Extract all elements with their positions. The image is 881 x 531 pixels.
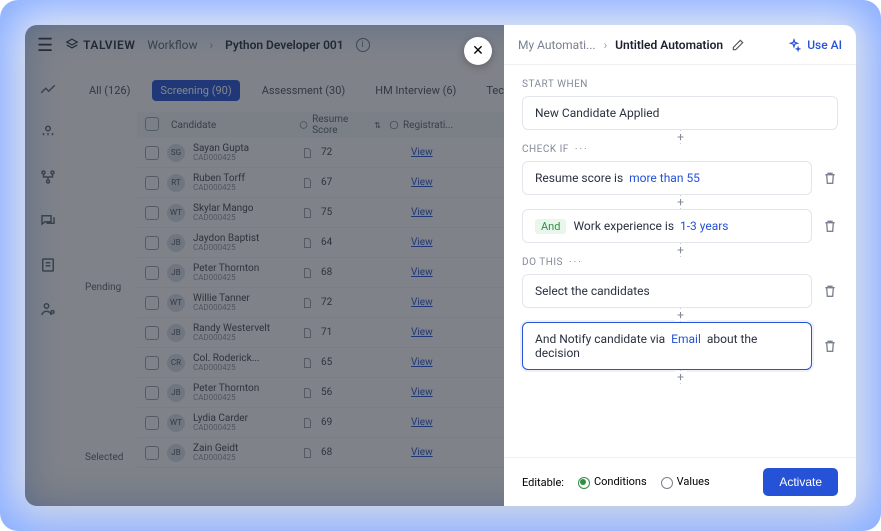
close-button[interactable]: ✕	[464, 37, 492, 65]
operator-chip: And	[535, 219, 566, 234]
editable-label: Editable:	[522, 476, 564, 489]
trigger-card[interactable]: New Candidate Applied	[522, 96, 838, 130]
radio-values[interactable]: Values	[661, 475, 710, 488]
add-step-icon[interactable]: +	[675, 196, 687, 208]
add-step-icon[interactable]: +	[675, 371, 687, 383]
delete-icon[interactable]	[822, 218, 838, 234]
action-card-1[interactable]: Select the candidates	[522, 274, 812, 308]
condition-value-2[interactable]: 1-3 years	[680, 219, 729, 233]
modal-overlay[interactable]	[25, 25, 504, 506]
delete-icon[interactable]	[822, 338, 838, 354]
chevron-right-icon: ›	[604, 38, 608, 52]
more-icon[interactable]: ···	[569, 257, 583, 268]
do-this-label: DO THIS ···	[522, 257, 838, 268]
action-card-2[interactable]: And Notify candidate via Email about the…	[522, 322, 812, 370]
automation-title[interactable]: Untitled Automation	[615, 38, 723, 52]
radio-conditions[interactable]: Conditions	[578, 475, 647, 488]
panel-breadcrumb[interactable]: My Automati...	[518, 38, 596, 52]
add-step-icon[interactable]: +	[675, 244, 687, 256]
condition-card-2[interactable]: And Work experience is 1-3 years	[522, 209, 812, 243]
add-step-icon[interactable]: +	[675, 131, 687, 143]
condition-value-1[interactable]: more than 55	[629, 171, 700, 185]
action-value-2[interactable]: Email	[671, 332, 701, 346]
automation-panel: My Automati... › Untitled Automation Use…	[504, 25, 856, 506]
use-ai-button[interactable]: Use AI	[787, 38, 842, 52]
delete-icon[interactable]	[822, 170, 838, 186]
add-step-icon[interactable]: +	[675, 309, 687, 321]
activate-button[interactable]: Activate	[763, 468, 838, 496]
edit-icon[interactable]	[731, 38, 745, 52]
delete-icon[interactable]	[822, 283, 838, 299]
check-if-label: CHECK IF ···	[522, 144, 838, 155]
start-when-label: START WHEN	[522, 79, 838, 90]
more-icon[interactable]: ···	[575, 144, 589, 155]
condition-card-1[interactable]: Resume score is more than 55	[522, 161, 812, 195]
